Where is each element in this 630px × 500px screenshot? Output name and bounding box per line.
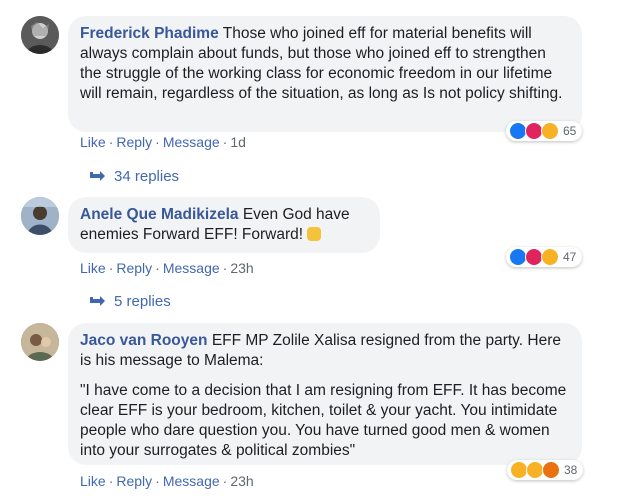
comment-bubble: Anele Que Madikizela Even God have enemi… [68, 197, 380, 253]
comment-author[interactable]: Anele Que Madikizela [80, 206, 239, 223]
replies-count[interactable]: 5 replies [114, 293, 171, 310]
angry-reaction-icon [542, 461, 560, 479]
message-link[interactable]: Message [163, 473, 220, 489]
like-link[interactable]: Like [80, 260, 106, 276]
replies-count[interactable]: 34 replies [114, 168, 179, 185]
angry-reaction-icon [541, 248, 559, 266]
reaction-summary[interactable]: 38 [507, 460, 584, 480]
comment-timestamp[interactable]: 23h [230, 473, 253, 489]
comment-actions: Like · Reply · Message · 1d [80, 134, 246, 150]
message-link[interactable]: Message [163, 134, 220, 150]
comment-thread: Frederick Phadime Those who joined eff f… [0, 0, 630, 500]
like-link[interactable]: Like [80, 134, 106, 150]
view-replies-link[interactable]: 5 replies [88, 293, 171, 311]
comment-timestamp[interactable]: 1d [230, 134, 246, 150]
reaction-count: 38 [564, 463, 578, 477]
raised-fist-emoji [307, 227, 322, 241]
comment-author[interactable]: Frederick Phadime [80, 25, 219, 42]
reply-link[interactable]: Reply [116, 134, 152, 150]
reply-link[interactable]: Reply [116, 473, 152, 489]
reaction-summary[interactable]: 65 [506, 121, 583, 141]
angry-reaction-icon [541, 122, 559, 140]
comment-author[interactable]: Jaco van Rooyen [80, 332, 208, 349]
reaction-summary[interactable]: 47 [506, 247, 583, 267]
reply-arrow-icon [88, 169, 106, 186]
message-link[interactable]: Message [163, 260, 220, 276]
comment-bubble: Jaco van Rooyen EFF MP Zolile Xalisa res… [68, 323, 582, 465]
comment-actions: Like · Reply · Message · 23h [80, 260, 254, 276]
avatar[interactable] [21, 197, 59, 235]
avatar[interactable] [21, 323, 59, 361]
comment-timestamp[interactable]: 23h [230, 260, 253, 276]
reaction-count: 65 [563, 124, 577, 138]
reaction-count: 47 [563, 250, 577, 264]
reply-arrow-icon [88, 294, 106, 311]
reply-link[interactable]: Reply [116, 260, 152, 276]
comment-actions: Like · Reply · Message · 23h [80, 473, 254, 489]
comment-bubble: Frederick Phadime Those who joined eff f… [68, 16, 582, 132]
view-replies-link[interactable]: 34 replies [88, 168, 179, 186]
quoted-message: "I have come to a decision that I am res… [80, 382, 567, 459]
like-link[interactable]: Like [80, 473, 106, 489]
avatar[interactable] [21, 16, 59, 54]
